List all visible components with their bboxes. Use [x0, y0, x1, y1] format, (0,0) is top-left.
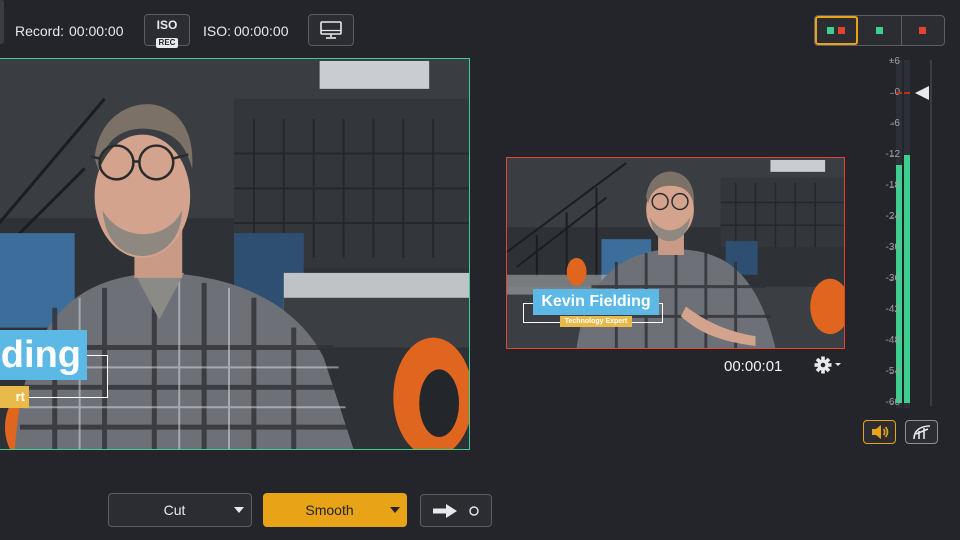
preview-settings-button[interactable]: [813, 355, 843, 375]
meter-scale-tick: [890, 372, 894, 373]
arrow-right-icon: [433, 503, 457, 518]
preview-timecode: 00:00:01: [724, 358, 783, 375]
layout-both-button[interactable]: [815, 16, 859, 45]
meter-scale-label: -42: [870, 304, 900, 315]
meter-peak-marker: [896, 92, 902, 94]
meter-scale-tick: [890, 403, 894, 404]
meter-scale-tick: [890, 248, 894, 249]
meter-scale-label: +6: [888, 56, 900, 67]
meter-peak-marker: [904, 92, 910, 94]
meter-scale-label: -12: [870, 149, 900, 160]
circle-icon: [469, 505, 479, 516]
meter-scale-tick: [890, 217, 894, 218]
layout-red-button[interactable]: [902, 16, 944, 45]
meter-scale-tick: [890, 155, 894, 156]
meter-scale-tick: [890, 124, 894, 125]
record-time: 00:00:00: [69, 23, 124, 39]
program-lower-third-title: rt: [0, 386, 29, 408]
meter-scale-tick: [890, 186, 894, 187]
chevron-down-icon: [390, 507, 400, 513]
iso-button-label: ISO: [156, 18, 178, 32]
monitor-icon: [320, 21, 342, 39]
meter-scale-label: -6: [891, 118, 900, 129]
fader-curve-icon: [912, 425, 930, 440]
monitor-button[interactable]: [308, 14, 354, 46]
chevron-down-icon: [234, 507, 244, 513]
meter-scale-tick: [890, 310, 894, 311]
preview-monitor[interactable]: Kevin Fielding Technology Expert: [506, 157, 845, 349]
meter-scale-label: -18: [870, 180, 900, 191]
meter-scale-label: -36: [870, 273, 900, 284]
cut-transition-label: Cut: [163, 502, 186, 518]
cut-transition-select[interactable]: Cut: [108, 493, 252, 527]
meter-scale-label: -54: [870, 366, 900, 377]
preview-lower-third-title: Technology Expert: [560, 316, 632, 327]
iso-time: 00:00:00: [234, 23, 289, 39]
top-toolbar: Record: 00:00:00 ISO REC ISO: 00:00:00: [0, 0, 960, 58]
program-monitor[interactable]: ding rt: [0, 58, 470, 450]
meter-scale-tick: [890, 93, 894, 94]
meter-scale-tick: [890, 279, 894, 280]
meter-scale-tick: [890, 62, 894, 63]
program-lower-third-name: ding: [0, 330, 87, 380]
green-source-icon: [827, 27, 835, 34]
iso-record-button[interactable]: ISO REC: [144, 14, 190, 48]
red-source-icon: [838, 27, 846, 34]
audio-level-meter: +60-6-12-18-24-30-36-42-48-54-60: [868, 56, 940, 410]
iso-label: ISO:: [203, 23, 232, 39]
gear-icon: [814, 356, 841, 374]
volume-fader-track[interactable]: [930, 60, 932, 406]
smooth-transition-label: Smooth: [305, 502, 354, 518]
meter-channel-right: [904, 155, 910, 403]
meter-scale-tick: [890, 341, 894, 342]
transition-go-button[interactable]: [420, 494, 492, 527]
volume-fader-handle[interactable]: [915, 86, 929, 100]
meter-scale-label: -48: [870, 335, 900, 346]
layout-green-button[interactable]: [858, 16, 902, 45]
source-layout-selector: [814, 15, 945, 46]
green-source-icon: [875, 27, 883, 34]
iso-rec-badge: REC: [155, 38, 179, 48]
toolbar-edge-button[interactable]: [0, 0, 4, 44]
smooth-transition-select[interactable]: Smooth: [263, 493, 407, 527]
audio-fade-button[interactable]: [905, 420, 938, 444]
audio-mute-button[interactable]: [863, 420, 896, 444]
preview-lower-third-name: Kevin Fielding: [533, 289, 659, 315]
meter-scale-label: -60: [870, 397, 900, 408]
red-source-icon: [919, 27, 927, 34]
bottom-toolbar: [0, 528, 960, 540]
record-label: Record:: [15, 23, 65, 39]
speaker-icon: [871, 425, 888, 439]
meter-scale-label: -30: [870, 242, 900, 253]
meter-scale-label: -24: [870, 211, 900, 222]
